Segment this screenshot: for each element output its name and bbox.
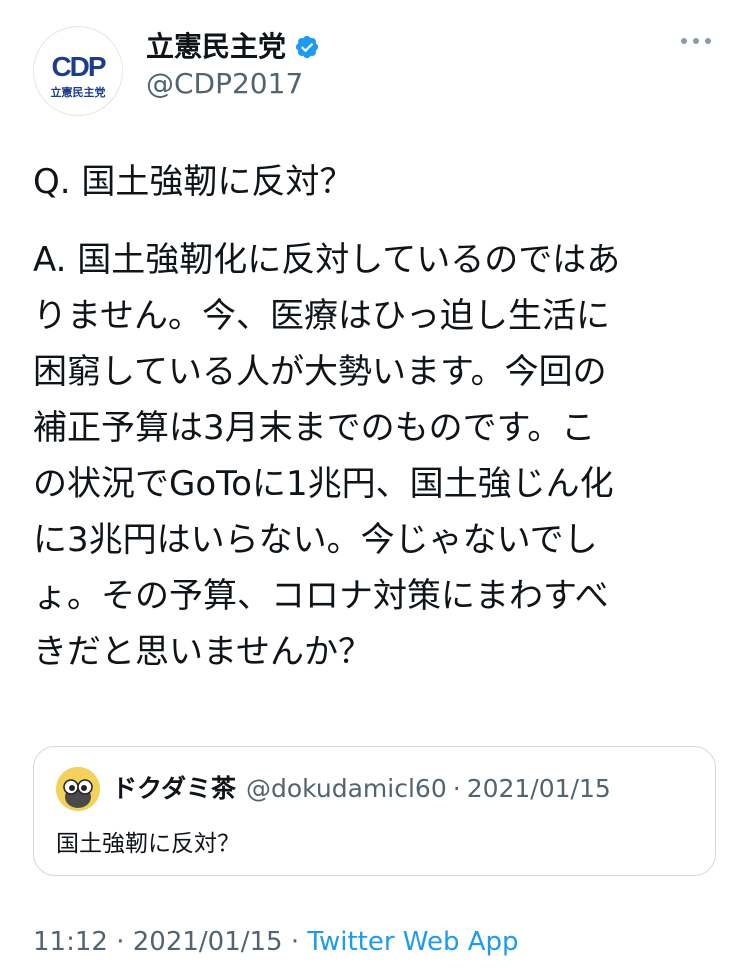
cartoon-avatar-icon <box>56 767 100 811</box>
tweet-date[interactable]: 2021/01/15 <box>133 927 283 957</box>
avatar-logo-text: CDP <box>51 51 105 82</box>
author-name[interactable]: 立憲民主党 <box>146 30 286 64</box>
author-handle[interactable]: @CDP2017 <box>146 67 303 101</box>
tweet-footer: 11:12 · 2021/01/15 · Twitter Web App <box>33 925 519 959</box>
quoted-tweet[interactable]: ドクダミ茶 @dokudamicl60 · 2021/01/15 国土強靭に反対… <box>33 746 716 876</box>
quoted-separator: · <box>452 774 461 803</box>
tweet-question: Q. 国土強靭に反対？ <box>33 162 354 202</box>
quoted-date[interactable]: 2021/01/15 <box>467 773 611 805</box>
tweet: CDP 立憲民主党 立憲民主党 @CDP2017 Q. 国土強靭に反対？ A. … <box>0 0 737 969</box>
verified-badge-icon <box>294 34 320 60</box>
more-options-icon[interactable] <box>681 38 711 44</box>
avatar-caption: 立憲民主党 <box>51 85 106 99</box>
tweet-answer: A. 国土強靭化に反対しているのではあ りません。今、医療はひっ迫し生活に 困窮… <box>33 240 621 672</box>
quoted-header: ドクダミ茶 @dokudamicl60 · 2021/01/15 <box>112 773 611 805</box>
tweet-source-link[interactable]: Twitter Web App <box>307 927 518 957</box>
quoted-author-avatar[interactable] <box>56 767 100 811</box>
footer-separator: · <box>282 927 308 957</box>
author-name-row[interactable]: 立憲民主党 <box>146 30 320 64</box>
tweet-time[interactable]: 11:12 <box>33 927 108 957</box>
author-avatar[interactable]: CDP 立憲民主党 <box>33 26 123 116</box>
cdp-logo-icon: CDP 立憲民主党 <box>51 51 108 99</box>
quoted-text: 国土強靭に反対？ <box>56 831 240 857</box>
footer-separator: · <box>107 927 133 957</box>
quoted-author-name[interactable]: ドクダミ茶 <box>112 773 236 805</box>
quoted-author-handle[interactable]: @dokudamicl60 <box>246 773 447 805</box>
